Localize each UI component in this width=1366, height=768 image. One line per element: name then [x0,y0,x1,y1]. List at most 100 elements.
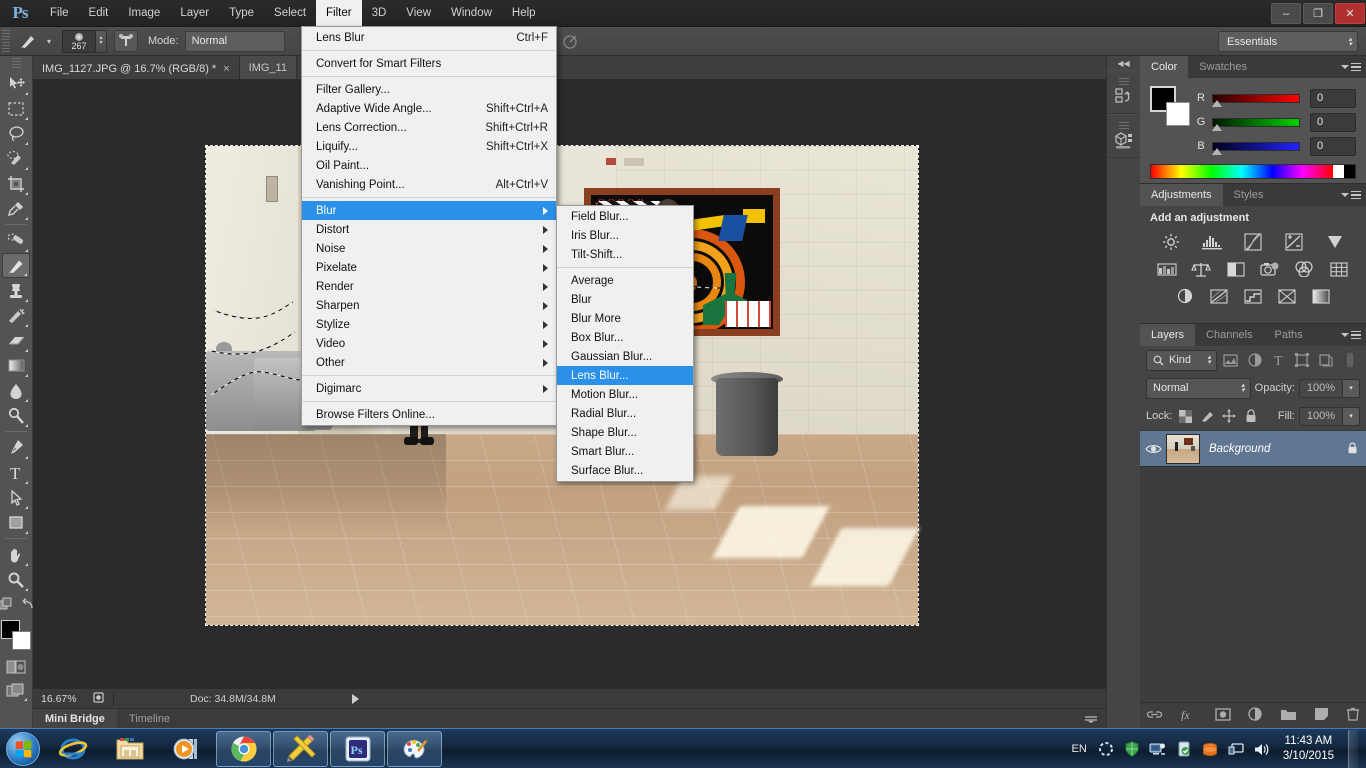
tab-channels[interactable]: Channels [1195,324,1263,346]
slider-track-g[interactable] [1212,117,1300,131]
color-value-r[interactable]: 0 [1310,88,1356,108]
slider-knob-r[interactable] [1212,99,1222,107]
gradient-map-icon[interactable] [1275,286,1299,306]
panel-background-swatch[interactable] [1166,102,1190,126]
menu-view[interactable]: View [396,0,441,27]
channel-mixer-icon[interactable] [1292,259,1316,279]
selective-color-icon[interactable] [1309,286,1333,306]
submenu-item-blur[interactable]: Blur [557,290,693,309]
new-group-icon[interactable] [1280,708,1297,724]
menu-item-browse-filters-online[interactable]: Browse Filters Online... [302,405,556,424]
menu-item-render[interactable]: Render [302,277,556,296]
slider-track-b[interactable] [1212,141,1300,155]
menu-item-vanishing-point[interactable]: Vanishing Point... Alt+Ctrl+V [302,175,556,194]
posterize-icon[interactable] [1207,286,1231,306]
menu-item-liquify[interactable]: Liquify... Shift+Ctrl+X [302,137,556,156]
menu-item-video[interactable]: Video [302,334,556,353]
hand-tool[interactable] [2,542,30,567]
exposure-icon[interactable] [1282,232,1306,252]
document-tab-2[interactable]: IMG_11 [239,56,297,79]
reset-arrow-icon[interactable] [20,597,34,614]
filter-type-layers-icon[interactable]: T [1269,349,1289,371]
notepad-pencil-icon[interactable] [273,730,328,767]
menu-layer[interactable]: Layer [170,0,219,27]
toolbar-grip[interactable] [11,58,21,68]
lasso-tool[interactable] [2,121,30,146]
submenu-item-surface-blur[interactable]: Surface Blur... [557,461,693,480]
hue-saturation-icon[interactable] [1155,259,1179,279]
action-center-icon[interactable] [1097,740,1115,758]
eraser-tool[interactable] [2,328,30,353]
filter-smart-objects-icon[interactable] [1316,349,1336,371]
color-spectrum-ramp[interactable] [1150,164,1356,179]
internet-explorer-icon[interactable] [45,731,100,767]
submenu-item-gaussian-blur[interactable]: Gaussian Blur... [557,347,693,366]
eyedropper-tool[interactable] [2,196,30,221]
slider-track-r[interactable] [1212,93,1300,107]
options-bar-grip[interactable] [2,30,10,52]
brush-size-field[interactable]: 267 [62,29,96,53]
menu-item-lens-correction[interactable]: Lens Correction... Shift+Ctrl+R [302,118,556,137]
color-value-g[interactable]: 0 [1310,112,1356,132]
menu-select[interactable]: Select [264,0,316,27]
color-panel-swatches[interactable] [1150,86,1190,126]
filter-menu-dropdown[interactable]: Lens Blur Ctrl+F Convert for Smart Filte… [301,26,557,426]
display-icon[interactable] [1227,740,1245,758]
rectangle-tool[interactable] [2,510,30,535]
background-color-swatch[interactable] [12,631,31,650]
tab-paths[interactable]: Paths [1264,324,1314,346]
invert-icon[interactable] [1173,286,1197,306]
move-tool[interactable] [2,71,30,96]
expand-panels-icon[interactable]: ◀◀ [1107,56,1141,70]
pen-tool[interactable] [2,435,30,460]
menu-item-lens-blur-repeat[interactable]: Lens Blur Ctrl+F [302,28,556,47]
brush-preset-icon[interactable] [16,31,42,52]
filter-shape-layers-icon[interactable] [1292,349,1312,371]
layers-panel-menu-icon[interactable] [1341,330,1361,340]
menu-item-blur[interactable]: Blur [302,201,556,220]
curves-icon[interactable] [1241,232,1265,252]
brush-preset-dropdown-icon[interactable]: ▾ [42,31,56,52]
brush-tool[interactable] [2,253,30,278]
minimize-button[interactable]: – [1271,3,1301,24]
submenu-item-smart-blur[interactable]: Smart Blur... [557,442,693,461]
filter-adjustment-layers-icon[interactable] [1245,349,1265,371]
status-expand-icon[interactable] [351,693,359,704]
levels-icon[interactable] [1200,232,1224,252]
layer-blend-mode-select[interactable]: Normal ▴ ▾ [1146,377,1251,399]
close-button[interactable]: ✕ [1335,3,1365,24]
vibrance-icon[interactable] [1323,232,1347,252]
slider-knob-b[interactable] [1212,147,1222,155]
link-layers-icon[interactable] [1146,709,1163,723]
file-explorer-icon[interactable] [102,731,157,767]
menu-window[interactable]: Window [441,0,502,27]
google-chrome-icon[interactable] [216,730,271,767]
lock-transparent-pixels-icon[interactable] [1176,406,1194,426]
tab-styles[interactable]: Styles [1223,184,1275,206]
opacity-dropdown-icon[interactable]: ▾ [1343,378,1360,398]
submenu-item-tilt-shift[interactable]: Tilt-Shift... [557,245,693,264]
submenu-item-radial-blur[interactable]: Radial Blur... [557,404,693,423]
blend-mode-select[interactable]: Normal [184,30,285,52]
path-selection-tool[interactable] [2,485,30,510]
preview-icon[interactable] [93,691,107,707]
crop-tool[interactable] [2,171,30,196]
gradient-tool[interactable] [2,353,30,378]
menu-file[interactable]: File [40,0,79,27]
submenu-item-lens-blur[interactable]: Lens Blur... [557,366,693,385]
filter-toggle-switch[interactable] [1340,349,1360,371]
layer-filter-kind-select[interactable]: Kind ▴ ▾ [1146,349,1217,371]
menu-item-adaptive-wide-angle[interactable]: Adaptive Wide Angle... Shift+Ctrl+A [302,99,556,118]
tab-layers[interactable]: Layers [1140,324,1196,346]
photoshop-icon[interactable]: Ps [330,730,385,767]
opacity-value[interactable]: 100% [1299,378,1343,398]
menu-item-noise[interactable]: Noise [302,239,556,258]
battery-icon[interactable] [1175,740,1193,758]
delete-layer-icon[interactable] [1346,707,1360,724]
security-shield-icon[interactable] [1123,740,1141,758]
menu-item-digimarc[interactable]: Digimarc [302,379,556,398]
3d-panel-icon[interactable] [1106,114,1141,158]
lock-position-icon[interactable] [1220,406,1238,426]
lock-image-pixels-icon[interactable] [1198,406,1216,426]
blur-submenu[interactable]: Field Blur... Iris Blur... Tilt-Shift...… [556,205,694,482]
